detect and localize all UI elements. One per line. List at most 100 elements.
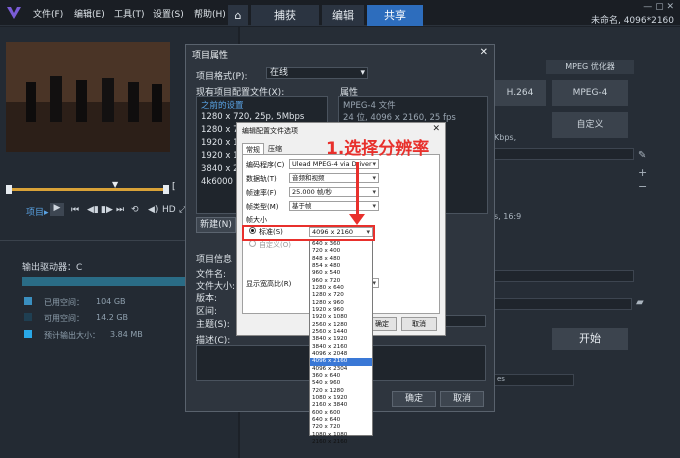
hd-icon[interactable]: HD bbox=[162, 205, 176, 215]
list-item[interactable]: 之前的设置 bbox=[201, 99, 244, 111]
edit-icon[interactable]: ✎ bbox=[638, 150, 646, 161]
folder-icon[interactable]: ▰ bbox=[636, 297, 644, 308]
resolution-option[interactable]: 600 x 600 bbox=[310, 410, 372, 417]
tab-general[interactable]: 常规 bbox=[242, 143, 264, 154]
used-space-value: 104 GB bbox=[96, 297, 126, 306]
resolution-option[interactable]: 2560 x 1280 bbox=[310, 322, 372, 329]
data-track-label: 数据轨(T) bbox=[246, 175, 277, 183]
close-icon[interactable]: ✕ bbox=[432, 124, 440, 134]
aspect-ratio-label: 显示宽高比(R) bbox=[246, 280, 292, 288]
end-icon[interactable]: ⏭ bbox=[116, 205, 124, 215]
menu-edit[interactable]: 编辑(E) bbox=[74, 7, 105, 20]
resolution-option[interactable]: 720 x 720 bbox=[310, 424, 372, 431]
resolution-option[interactable]: 3840 x 2160 bbox=[310, 344, 372, 351]
profile-select[interactable] bbox=[494, 148, 634, 160]
resolution-option[interactable]: 1920 x 1080 bbox=[310, 314, 372, 321]
chevron-down-icon: ▾ bbox=[360, 68, 365, 78]
format-custom-button[interactable]: 自定义 bbox=[552, 112, 628, 138]
resolution-option[interactable]: 1280 x 640 bbox=[310, 285, 372, 292]
resolution-option[interactable]: 2160 x 3840 bbox=[310, 402, 372, 409]
home-icon: ⌂ bbox=[234, 9, 242, 22]
property-line: MPEG-4 文件 bbox=[343, 101, 396, 111]
play-icon[interactable]: ▶ bbox=[50, 203, 64, 216]
home-tab[interactable]: ⌂ bbox=[228, 5, 248, 26]
cancel-button[interactable]: 取消 bbox=[440, 391, 484, 407]
resolution-option[interactable]: 720 x 400 bbox=[310, 248, 372, 255]
menu-settings[interactable]: 设置(S) bbox=[153, 7, 184, 20]
cancel-button[interactable]: 取消 bbox=[401, 317, 437, 331]
resolution-option[interactable]: 4096 x 2304 bbox=[310, 366, 372, 373]
resolution-option[interactable]: 848 x 480 bbox=[310, 256, 372, 263]
resolution-option[interactable]: 720 x 1280 bbox=[310, 388, 372, 395]
new-profile-button[interactable]: 新建(N) bbox=[196, 217, 236, 233]
trim-end-handle[interactable] bbox=[163, 185, 169, 194]
mpeg-optimizer-button[interactable]: MPEG 优化器 bbox=[546, 60, 634, 74]
data-track-select[interactable]: 音频和视频 bbox=[289, 173, 379, 183]
resolution-option[interactable]: 2560 x 1440 bbox=[310, 329, 372, 336]
resolution-option[interactable]: 540 x 960 bbox=[310, 380, 372, 387]
resolution-option[interactable]: 4096 x 2048 bbox=[310, 351, 372, 358]
resolution-option[interactable]: 1080 x 1080 bbox=[310, 432, 372, 439]
format-h264-button[interactable]: H.264 bbox=[494, 80, 546, 106]
resolution-option[interactable]: 360 x 640 bbox=[310, 373, 372, 380]
resolution-option[interactable]: 640 x 360 bbox=[310, 241, 372, 248]
menu-file[interactable]: 文件(F) bbox=[33, 7, 63, 20]
mark-out-icon[interactable]: [ bbox=[172, 182, 176, 192]
encoder-select[interactable]: Ulead MPEG-4 via Driver bbox=[289, 159, 379, 169]
format-mpeg4-button[interactable]: MPEG-4 bbox=[552, 80, 628, 106]
highlight-box bbox=[242, 225, 375, 241]
prev-frame-icon[interactable]: ◀▮ bbox=[87, 205, 99, 215]
filename-field[interactable] bbox=[494, 270, 634, 282]
frame-type-label: 帧类型(M) bbox=[246, 203, 279, 211]
resolution-option[interactable]: 2160 x 2160 bbox=[310, 439, 372, 446]
trim-start-handle[interactable] bbox=[6, 185, 12, 194]
free-space-label: 可用空间： bbox=[44, 314, 84, 323]
frame-type-select[interactable]: 基于帧 bbox=[289, 201, 379, 211]
tab-compression[interactable]: 压缩 bbox=[265, 143, 285, 154]
tab-capture[interactable]: 捕获 bbox=[251, 5, 319, 26]
ok-button[interactable]: 确定 bbox=[392, 391, 436, 407]
resolution-option[interactable]: 960 x 540 bbox=[310, 270, 372, 277]
remove-icon[interactable]: − bbox=[638, 180, 647, 193]
next-frame-icon[interactable]: ▮▶ bbox=[101, 205, 113, 215]
custom-radio[interactable] bbox=[249, 240, 256, 247]
project-info-label: 项目信息 bbox=[196, 255, 233, 265]
resolution-option[interactable]: 1920 x 960 bbox=[310, 307, 372, 314]
info-duration-label: 区间: bbox=[196, 307, 218, 317]
resolution-option[interactable]: 1280 x 960 bbox=[310, 300, 372, 307]
resolution-option[interactable]: 1280 x 720 bbox=[310, 292, 372, 299]
start-button[interactable]: 开始 bbox=[552, 328, 628, 350]
resolution-option[interactable]: 4096 x 2160 bbox=[310, 358, 372, 366]
close-icon[interactable]: ✕ bbox=[480, 47, 488, 58]
resolution-option[interactable]: 1080 x 1920 bbox=[310, 395, 372, 402]
home-start-icon[interactable]: ⏮ bbox=[71, 205, 79, 215]
encoder-label: 编码程序(C) bbox=[246, 161, 285, 169]
frame-rate-select[interactable]: 25.000 帧/秒 bbox=[289, 187, 379, 197]
project-mode-label[interactable]: 项目▸ bbox=[26, 205, 49, 218]
title-bar: 文件(F) 编辑(E) 工具(T) 设置(S) 帮助(H) ⌂ 捕获 编辑 共享… bbox=[0, 0, 680, 26]
list-item[interactable]: 4k6000 bbox=[201, 177, 233, 187]
menu-help[interactable]: 帮助(H) bbox=[194, 7, 226, 20]
project-format-select[interactable]: 在线 ▾ bbox=[266, 67, 368, 79]
tab-edit[interactable]: 编辑 bbox=[322, 5, 364, 26]
list-item[interactable]: 1280 x 7 bbox=[201, 125, 238, 135]
options-select[interactable]: es bbox=[494, 374, 574, 386]
volume-icon[interactable]: ◀) bbox=[148, 205, 158, 215]
menu-tools[interactable]: 工具(T) bbox=[114, 7, 145, 20]
resolution-dropdown-list[interactable]: 640 x 360 720 x 400 848 x 480 854 x 480 960 … bbox=[309, 240, 373, 445]
window-controls[interactable]: — ▢ ✕ bbox=[643, 2, 674, 12]
tab-share[interactable]: 共享 bbox=[367, 5, 423, 26]
est-size-swatch bbox=[24, 330, 32, 338]
resolution-option[interactable]: 854 x 480 bbox=[310, 263, 372, 270]
list-item[interactable]: 1280 x 720, 25p, 5Mbps bbox=[201, 112, 304, 122]
timeline-track[interactable] bbox=[8, 188, 166, 191]
add-icon[interactable]: + bbox=[638, 166, 647, 179]
info-version-label: 版本: bbox=[196, 294, 218, 304]
repeat-icon[interactable]: ⟲ bbox=[131, 205, 139, 215]
resolution-option[interactable]: 960 x 720 bbox=[310, 278, 372, 285]
resolution-option[interactable]: 3840 x 1920 bbox=[310, 336, 372, 343]
output-drive-label: 输出驱动器：C bbox=[22, 263, 83, 273]
annotation-arrow bbox=[356, 162, 359, 217]
output-folder-field[interactable] bbox=[494, 298, 632, 310]
resolution-option[interactable]: 640 x 640 bbox=[310, 417, 372, 424]
